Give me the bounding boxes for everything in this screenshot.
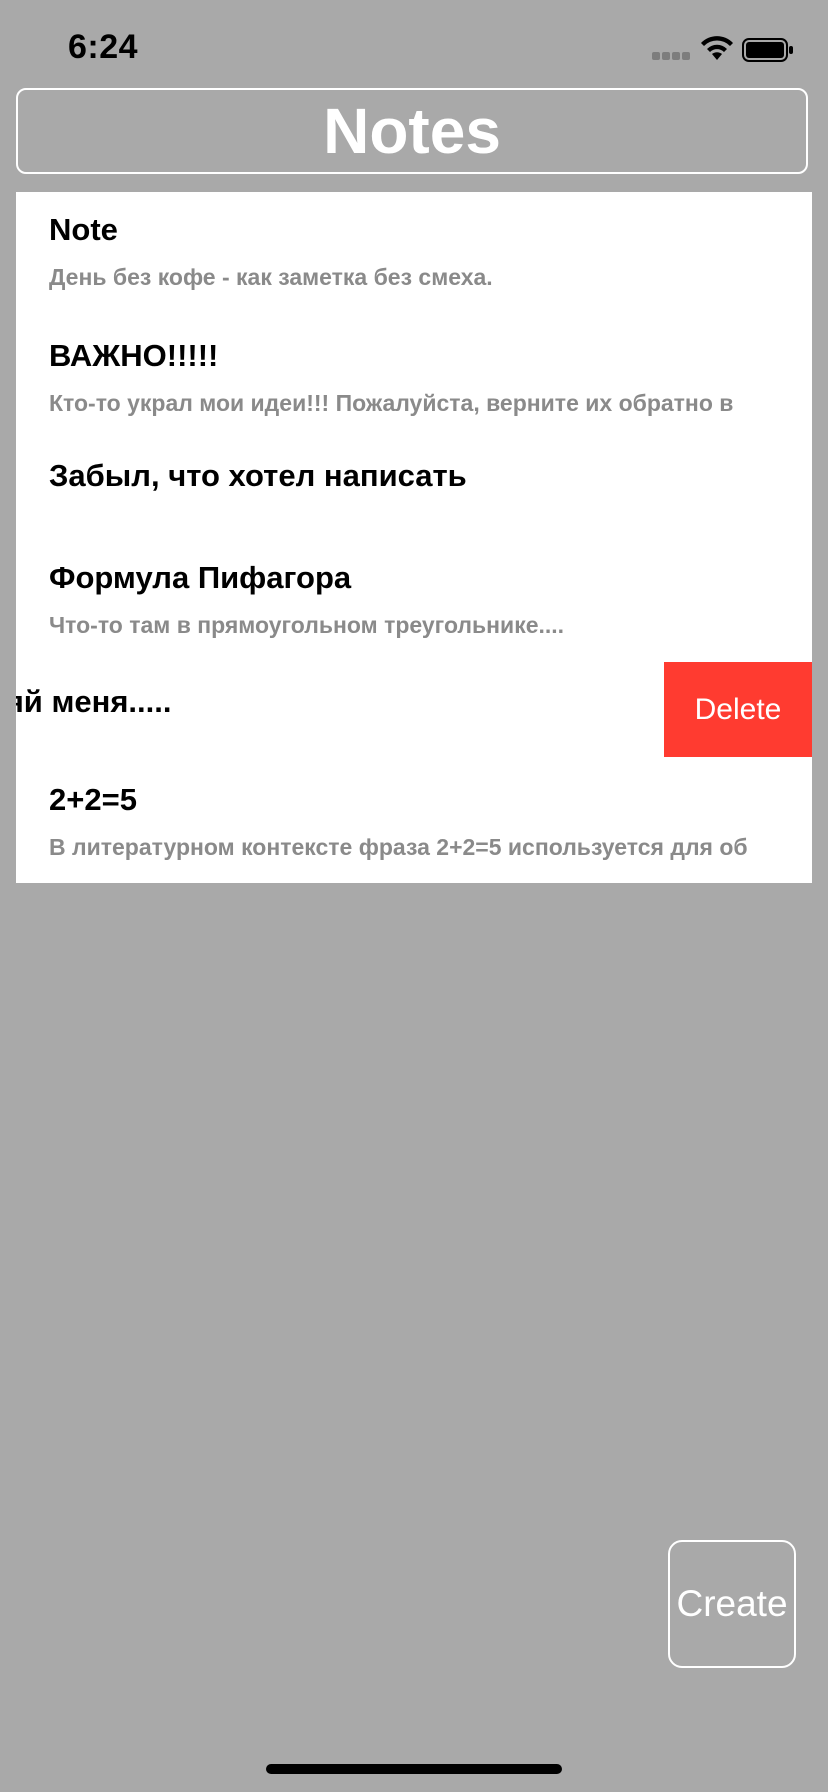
battery-icon [742, 38, 793, 62]
note-title: Note [49, 212, 118, 247]
header: Notes [16, 88, 808, 174]
note-title: Формула Пифагора [49, 560, 352, 595]
signal-icon [652, 52, 690, 62]
note-row[interactable]: Note День без кофе - как заметка без сме… [16, 192, 812, 303]
home-indicator[interactable] [266, 1764, 562, 1774]
note-preview: Кто-то украл мои идеи!!! Пожалуйста, вер… [49, 390, 734, 416]
delete-button[interactable]: Delete [664, 662, 812, 757]
note-title: ляй меня..... [16, 684, 172, 719]
note-title: ВАЖНО!!!!! [49, 338, 219, 373]
note-row[interactable]: ВАЖНО!!!!! Кто-то украл мои идеи!!! Пожа… [16, 318, 812, 429]
create-button[interactable]: Create [668, 1540, 796, 1668]
status-bar: 6:24 [0, 0, 828, 100]
note-title: 2+2=5 [49, 782, 137, 817]
page-title: Notes [323, 95, 501, 167]
status-time: 6:24 [68, 28, 139, 66]
note-row[interactable]: Забыл, что хотел написать [16, 430, 812, 541]
note-title: Забыл, что хотел написать [49, 458, 467, 493]
notes-list[interactable]: Note День без кофе - как заметка без сме… [16, 192, 812, 883]
note-row-swiped[interactable]: ляй меня..... Delete [16, 662, 812, 773]
note-row[interactable]: Формула Пифагора Что-то там в прямоуголь… [16, 540, 812, 651]
note-row[interactable]: 2+2=5 В литературном контексте фраза 2+2… [16, 762, 812, 873]
note-preview: В литературном контексте фраза 2+2=5 исп… [49, 834, 748, 860]
wifi-icon [701, 36, 733, 60]
note-preview: Что-то там в прямоугольном треугольнике.… [49, 612, 565, 638]
note-preview: День без кофе - как заметка без смеха. [49, 264, 493, 290]
